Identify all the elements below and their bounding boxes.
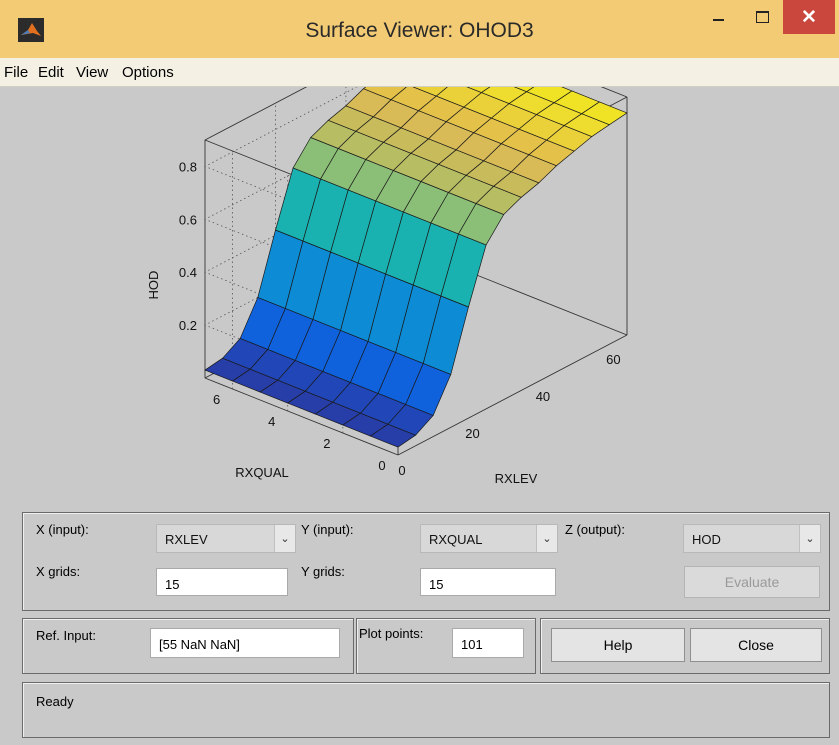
- plot-area: 0.2 0.4 0.6 0.8 0 20 40 60 0 2 4 6 HOD RXLEV RXQUAL: [0, 19, 839, 502]
- x-tick-label: 20: [465, 426, 479, 441]
- ref-input-label: Ref. Input:: [36, 628, 96, 643]
- y-tick-label: 6: [213, 392, 220, 407]
- menu-options[interactable]: Options: [122, 64, 174, 81]
- plot-points-label: Plot points:: [359, 626, 424, 641]
- z-output-value: HOD: [692, 532, 721, 547]
- x-input-value: RXLEV: [165, 532, 208, 547]
- minimize-button[interactable]: [698, 0, 738, 34]
- x-tick-label: 0: [398, 463, 405, 478]
- menu-edit[interactable]: Edit: [38, 64, 64, 81]
- menu-file[interactable]: File: [4, 64, 28, 81]
- menu-bar: File Edit View Options: [0, 58, 839, 87]
- help-button[interactable]: Help: [551, 628, 685, 662]
- maximize-button[interactable]: [742, 0, 782, 34]
- y-tick-label: 0: [378, 458, 385, 473]
- y-input-select[interactable]: RXQUAL ⌄: [420, 524, 558, 553]
- title-bar: Surface Viewer: OHOD3 ✕: [0, 0, 839, 58]
- y-grids-input[interactable]: 15: [420, 568, 556, 596]
- z-output-label: Z (output):: [565, 522, 625, 537]
- surface-viewer-window: Surface Viewer: OHOD3 ✕ File Edit View O…: [0, 0, 839, 745]
- y-axis-label: RXQUAL: [235, 465, 288, 480]
- chevron-down-icon: ⌄: [274, 525, 295, 552]
- maximize-icon: [755, 11, 769, 23]
- close-button[interactable]: Close: [690, 628, 822, 662]
- y-tick-label: 4: [268, 414, 275, 429]
- close-icon: ✕: [801, 6, 817, 28]
- minimize-icon: [712, 19, 724, 21]
- status-text: Ready: [36, 694, 74, 709]
- z-axis-label: HOD: [146, 271, 161, 300]
- menu-view[interactable]: View: [76, 64, 108, 81]
- x-grids-input[interactable]: 15: [156, 568, 288, 596]
- z-tick-label: 0.4: [179, 265, 197, 280]
- y-input-value: RXQUAL: [429, 532, 483, 547]
- evaluate-button[interactable]: Evaluate: [684, 566, 820, 598]
- y-input-label: Y (input):: [301, 522, 354, 537]
- plot-points-input[interactable]: 101: [452, 628, 524, 658]
- chevron-down-icon: ⌄: [799, 525, 820, 552]
- close-window-button[interactable]: ✕: [783, 0, 835, 34]
- z-output-select[interactable]: HOD ⌄: [683, 524, 821, 553]
- ref-input-field[interactable]: [55 NaN NaN]: [150, 628, 340, 658]
- x-tick-label: 40: [536, 389, 550, 404]
- x-tick-label: 60: [606, 352, 620, 367]
- x-axis-label: RXLEV: [495, 471, 538, 486]
- chevron-down-icon: ⌄: [536, 525, 557, 552]
- x-input-select[interactable]: RXLEV ⌄: [156, 524, 296, 553]
- y-grids-label: Y grids:: [301, 564, 345, 579]
- x-grids-label: X grids:: [36, 564, 81, 579]
- z-tick-label: 0.2: [179, 318, 197, 333]
- surface-plot[interactable]: 0.2 0.4 0.6 0.8 0 20 40 60 0 2 4 6 HOD RXLEV RXQUAL: [0, 19, 839, 502]
- z-tick-label: 0.6: [179, 212, 197, 227]
- y-tick-label: 2: [323, 436, 330, 451]
- z-tick-label: 0.8: [179, 159, 197, 174]
- x-input-label: X (input):: [36, 522, 89, 537]
- status-panel: [22, 682, 830, 738]
- control-area: X (input): RXLEV ⌄ Y (input): RXQUAL ⌄ Z…: [0, 502, 839, 745]
